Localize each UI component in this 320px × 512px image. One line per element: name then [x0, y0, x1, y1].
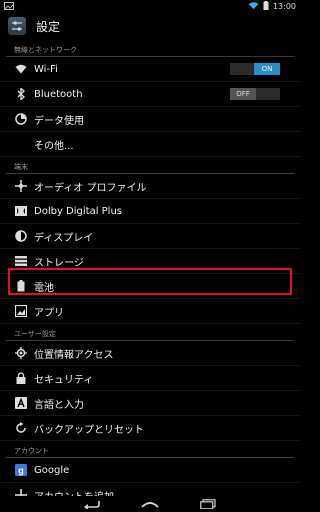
- page-title: 設定: [36, 19, 61, 34]
- settings-item-wifi[interactable]: Wi-Fi ON: [0, 57, 300, 82]
- bluetooth-toggle[interactable]: OFF: [230, 88, 280, 100]
- wifi-icon: [14, 62, 28, 76]
- navigation-bar: [0, 496, 300, 512]
- settings-item-label: バックアップとリセット: [34, 424, 144, 436]
- backup-icon: [14, 421, 28, 435]
- section-header-personal: ユーザー設定: [6, 324, 294, 341]
- battery-status-icon: [263, 1, 269, 12]
- bluetooth-icon: [14, 87, 28, 101]
- storage-icon: [14, 254, 28, 268]
- settings-item-label: オーディオ プロファイル: [34, 182, 147, 194]
- settings-item-display[interactable]: ディスプレイ: [0, 224, 300, 249]
- toggle-state: OFF: [230, 88, 256, 100]
- back-icon[interactable]: [82, 499, 102, 509]
- wifi-status-icon: [248, 1, 259, 12]
- action-bar: 設定: [0, 12, 300, 40]
- google-icon: g: [14, 463, 28, 477]
- settings-item-label: データ使用: [34, 115, 84, 127]
- svg-text:g: g: [18, 466, 24, 476]
- settings-item-label: 位置情報アクセス: [34, 349, 114, 361]
- settings-item-label: Dolby Digital Plus: [34, 205, 123, 217]
- data-usage-icon: [14, 112, 28, 126]
- settings-item-more[interactable]: その他...: [0, 132, 300, 157]
- settings-item-bluetooth[interactable]: Bluetooth OFF: [0, 82, 300, 107]
- settings-item-backup[interactable]: バックアップとリセット: [0, 416, 300, 441]
- home-icon[interactable]: [140, 499, 160, 509]
- section-header-accounts: アカウント: [6, 441, 294, 458]
- settings-item-location[interactable]: 位置情報アクセス: [0, 341, 300, 366]
- dolby-icon: [14, 204, 28, 218]
- settings-item-label: ストレージ: [34, 257, 84, 269]
- notification-image-icon: [4, 2, 14, 12]
- settings-item-audio-profile[interactable]: オーディオ プロファイル: [0, 174, 300, 199]
- settings-item-language[interactable]: 言語と入力: [0, 391, 300, 416]
- lock-icon: [14, 371, 28, 385]
- settings-item-google[interactable]: g Google: [0, 458, 300, 483]
- settings-item-apps[interactable]: アプリ: [0, 299, 300, 324]
- section-header-wireless: 無線とネットワーク: [6, 40, 294, 57]
- settings-item-dolby[interactable]: Dolby Digital Plus: [0, 199, 300, 224]
- language-icon: [14, 396, 28, 410]
- settings-app-icon[interactable]: [8, 17, 26, 35]
- location-icon: [14, 346, 28, 360]
- section-header-device: 端末: [6, 157, 294, 174]
- settings-item-label: その他...: [34, 140, 74, 152]
- settings-item-label: アプリ: [34, 307, 64, 319]
- status-bar: 13:00: [0, 0, 300, 12]
- settings-item-label: Bluetooth: [34, 88, 83, 100]
- toggle-state: ON: [254, 63, 280, 75]
- clock: 13:00: [272, 2, 296, 11]
- settings-item-label: セキュリティ: [34, 374, 94, 386]
- recent-apps-icon[interactable]: [198, 499, 218, 509]
- highlight-frame: [8, 268, 292, 295]
- apps-icon: [14, 304, 28, 318]
- wifi-toggle[interactable]: ON: [230, 63, 280, 75]
- audio-profile-icon: [14, 179, 28, 193]
- settings-item-data-usage[interactable]: データ使用: [0, 107, 300, 132]
- settings-item-label: 言語と入力: [34, 399, 84, 411]
- display-icon: [14, 229, 28, 243]
- settings-item-label: Wi-Fi: [34, 63, 58, 75]
- settings-item-label: ディスプレイ: [34, 232, 94, 244]
- settings-item-label: Google: [34, 464, 70, 476]
- settings-item-security[interactable]: セキュリティ: [0, 366, 300, 391]
